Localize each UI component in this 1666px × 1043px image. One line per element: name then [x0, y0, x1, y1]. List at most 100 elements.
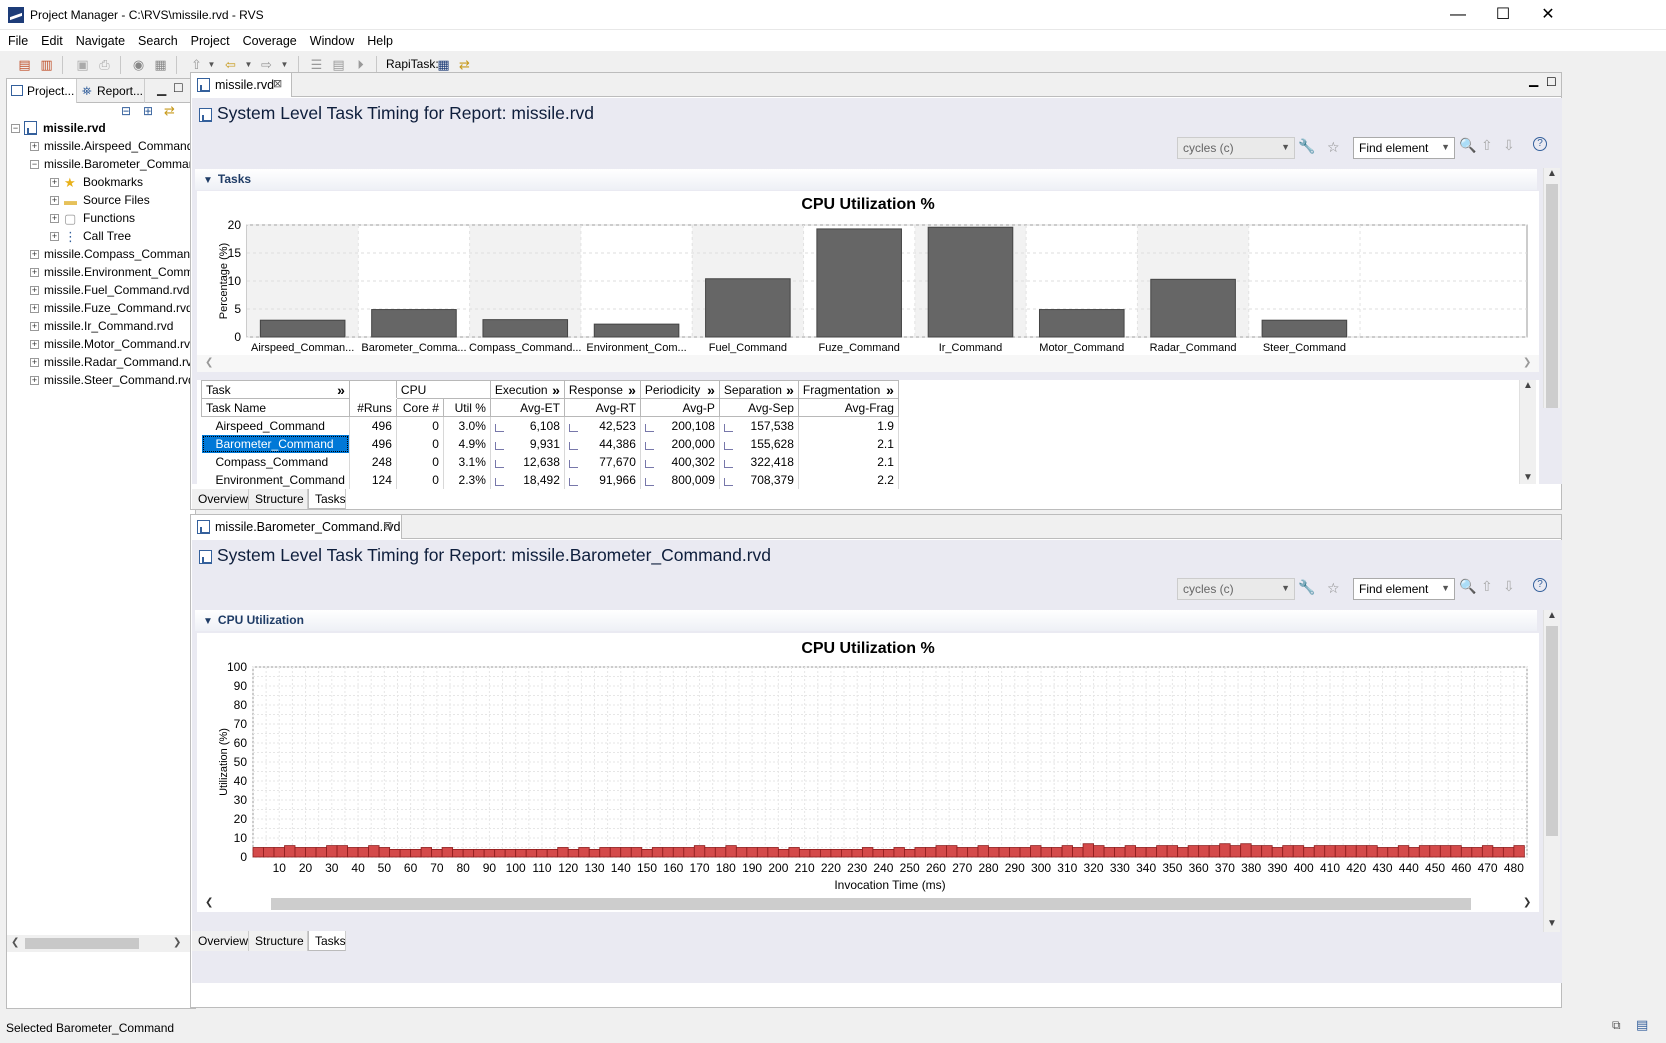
menu-edit[interactable]: Edit: [33, 30, 68, 48]
open-report-icon[interactable]: ▥: [38, 56, 55, 73]
expand-columns-icon[interactable]: »: [337, 383, 345, 397]
top-form-vertical-scrollbar[interactable]: ▲: [1543, 168, 1560, 408]
table-group-header[interactable]: Fragmentation »: [797, 380, 899, 399]
tab-tasks[interactable]: Tasks: [308, 931, 346, 951]
mini-chart-icon[interactable]: [644, 459, 654, 468]
top-find-previous-icon[interactable]: ⇧: [1481, 137, 1493, 154]
tree-item[interactable]: + missile.Fuel_Command.rvd: [7, 281, 195, 300]
expand-node-icon[interactable]: +: [30, 322, 39, 331]
tree-item[interactable]: + missile.Compass_Command: [7, 245, 195, 264]
table-column-header[interactable]: Avg-Frag: [797, 398, 899, 417]
bottom-units-combo[interactable]: cycles (c) ▼: [1177, 578, 1295, 600]
up-dropdown-icon[interactable]: ▼: [203, 56, 220, 73]
table-group-header[interactable]: Separation »: [718, 380, 799, 399]
table-group-header[interactable]: Execution »: [489, 380, 565, 399]
menu-file[interactable]: File: [0, 30, 33, 48]
table-row[interactable]: Compass_Command 248 0 3.1% 12,638 77,670 400,3…: [201, 452, 899, 471]
bottom-find-search-icon[interactable]: 🔍: [1459, 578, 1476, 595]
expand-node-icon[interactable]: +: [50, 232, 59, 241]
forward-arrow-icon[interactable]: ⇨: [258, 56, 275, 73]
tree-item[interactable]: − missile.rvd: [7, 119, 195, 138]
mini-chart-icon[interactable]: [723, 477, 733, 486]
table-row[interactable]: Barometer_Command 496 0 4.9% 9,931 44,386 200,…: [201, 434, 899, 453]
maximize-view-icon[interactable]: ☐: [173, 81, 184, 95]
top-find-element-combo[interactable]: Find element ▼: [1353, 137, 1455, 159]
tree-item[interactable]: + missile.Radar_Command.rvc: [7, 353, 195, 372]
mini-chart-icon[interactable]: [723, 423, 733, 432]
mini-chart-icon[interactable]: [568, 477, 578, 486]
mini-chart-icon[interactable]: [723, 441, 733, 450]
tree-item[interactable]: + ▬ Source Files: [7, 191, 195, 210]
tree-item[interactable]: + missile.Airspeed_Command.: [7, 137, 195, 156]
tab-structure[interactable]: Structure: [249, 489, 308, 509]
close-tab-icon[interactable]: ⊠: [273, 77, 282, 90]
table-column-header[interactable]: Avg-Sep: [718, 398, 799, 417]
tab-tasks[interactable]: Tasks: [308, 489, 346, 509]
expand-node-icon[interactable]: +: [30, 340, 39, 349]
back-dropdown-icon[interactable]: ▼: [240, 56, 257, 73]
build-icon[interactable]: ▦: [152, 56, 169, 73]
list-view-icon[interactable]: ☰: [308, 56, 325, 73]
menu-window[interactable]: Window: [302, 30, 359, 48]
close-button[interactable]: ✕: [1525, 0, 1571, 30]
expand-columns-icon[interactable]: »: [628, 383, 636, 397]
bottom-help-icon[interactable]: ?: [1533, 578, 1547, 592]
expand-node-icon[interactable]: +: [30, 304, 39, 313]
cpu-utilization-section-header[interactable]: [195, 610, 1537, 631]
tree-item[interactable]: + missile.Environment_Comm: [7, 263, 195, 282]
tree-item[interactable]: + ▢ Functions: [7, 209, 195, 228]
menu-search[interactable]: Search: [130, 30, 183, 48]
table-group-header[interactable]: Periodicity »: [639, 380, 720, 399]
mini-chart-icon[interactable]: [568, 459, 578, 468]
mini-chart-icon[interactable]: [494, 477, 504, 486]
tab-overview[interactable]: Overview: [192, 931, 249, 951]
top-bookmark-star-icon[interactable]: ☆: [1327, 139, 1340, 156]
bottom-find-previous-icon[interactable]: ⇧: [1481, 578, 1493, 595]
expand-node-icon[interactable]: +: [30, 358, 39, 367]
mini-chart-icon[interactable]: [494, 441, 504, 450]
expand-node-icon[interactable]: +: [50, 196, 59, 205]
bottom-form-vertical-scrollbar[interactable]: ▲ ▼: [1543, 610, 1560, 932]
expand-node-icon[interactable]: +: [30, 142, 39, 151]
top-chart-scrollbar[interactable]: ❮ ❯: [197, 355, 1539, 372]
mini-chart-icon[interactable]: [494, 423, 504, 432]
top-settings-wrench-icon[interactable]: 🔧: [1298, 138, 1315, 155]
run-icon[interactable]: ◉: [130, 56, 147, 73]
table-row[interactable]: Airspeed_Command 496 0 3.0% 6,108 42,523 200,1…: [201, 416, 899, 435]
mini-chart-icon[interactable]: [568, 423, 578, 432]
minimize-view-icon[interactable]: ▁: [157, 82, 166, 96]
minimize-button[interactable]: —: [1435, 0, 1481, 30]
maximize-button[interactable]: ☐: [1480, 0, 1526, 30]
tab-structure[interactable]: Structure: [249, 931, 308, 951]
bottom-find-element-combo[interactable]: Find element ▼: [1353, 578, 1455, 600]
mini-chart-icon[interactable]: [723, 459, 733, 468]
menu-project[interactable]: Project: [183, 30, 235, 48]
bottom-bookmark-star-icon[interactable]: ☆: [1327, 580, 1340, 597]
mini-chart-icon[interactable]: [644, 423, 654, 432]
bottom-find-next-icon[interactable]: ⇩: [1503, 578, 1515, 595]
expand-node-icon[interactable]: +: [50, 178, 59, 187]
table-column-header[interactable]: Util %: [442, 398, 491, 417]
tree-item[interactable]: − missile.Barometer_Comman: [7, 155, 195, 174]
tasks-section-header[interactable]: [195, 169, 1537, 190]
tab-overview[interactable]: Overview: [192, 489, 249, 509]
cpu-utilization-section-title[interactable]: ▼ CPU Utilization: [203, 613, 304, 627]
tree-item[interactable]: + missile.Steer_Command.rvd: [7, 371, 195, 390]
tree-horizontal-scrollbar[interactable]: ❮ ❯: [7, 935, 195, 952]
table-group-header[interactable]: Task »: [201, 380, 350, 399]
forward-dropdown-icon[interactable]: ▼: [276, 56, 293, 73]
new-project-icon[interactable]: ▤: [16, 56, 33, 73]
table-row[interactable]: Environment_Command 124 0 2.3% 18,492 91,966 8…: [201, 470, 899, 489]
top-help-icon[interactable]: ?: [1533, 137, 1547, 151]
tree-item[interactable]: + ⋮ Call Tree: [7, 227, 195, 246]
mini-chart-icon[interactable]: [644, 441, 654, 450]
print-icon[interactable]: ⎙: [96, 56, 113, 73]
table-view-icon[interactable]: ▤: [330, 56, 347, 73]
menu-help[interactable]: Help: [359, 30, 398, 48]
table-column-header[interactable]: Task Name: [201, 398, 350, 417]
rapitask-grid-icon[interactable]: ▦: [435, 56, 452, 73]
expand-columns-icon[interactable]: »: [552, 383, 560, 397]
tab-barometer-command-rvd[interactable]: missile.Barometer_Command.rvd ⊠: [191, 515, 402, 539]
menu-navigate[interactable]: Navigate: [68, 30, 130, 48]
tree-item[interactable]: + missile.Motor_Command.rv: [7, 335, 195, 354]
